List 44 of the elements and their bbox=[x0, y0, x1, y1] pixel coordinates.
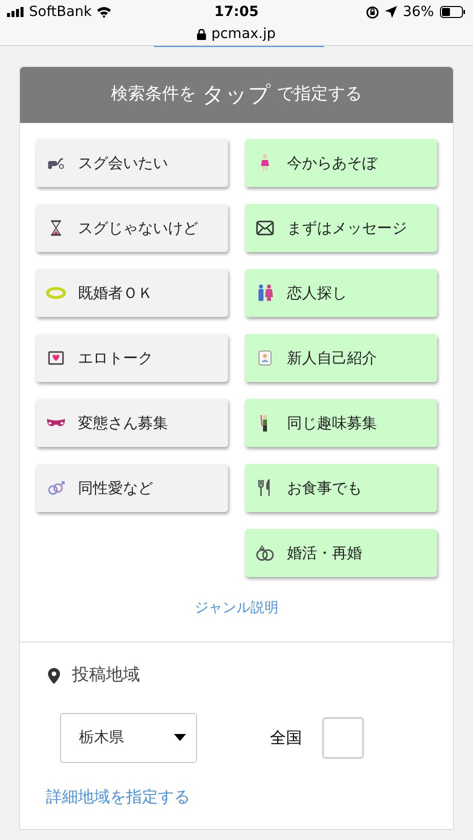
location-arrow-icon bbox=[384, 6, 397, 18]
nationwide-checkbox[interactable] bbox=[322, 716, 364, 758]
genre-button[interactable]: 婚活・再婚 bbox=[245, 529, 437, 577]
wifi-icon bbox=[96, 6, 112, 18]
lock-icon bbox=[197, 29, 206, 40]
genre-button[interactable]: 同じ趣味募集 bbox=[245, 399, 437, 447]
genre-button[interactable]: 変態さん募集 bbox=[36, 399, 228, 447]
genre-button[interactable]: エロトーク bbox=[36, 334, 228, 382]
genre-button[interactable]: お食事でも bbox=[245, 464, 437, 512]
hourglass-icon bbox=[50, 220, 62, 236]
rotation-lock-icon bbox=[366, 6, 379, 18]
genre-button[interactable]: 今からあそぼ bbox=[245, 139, 437, 187]
genre-button[interactable]: スグ会いたい bbox=[36, 139, 228, 187]
battery-percent: 36% bbox=[402, 2, 434, 22]
genre-button[interactable]: まずはメッセージ bbox=[245, 204, 437, 252]
header-emphasis: タップ bbox=[202, 82, 271, 110]
battery-icon bbox=[440, 6, 466, 18]
genre-button[interactable]: 同性愛など bbox=[36, 464, 228, 512]
genre-button[interactable]: 既婚者ＯＫ bbox=[36, 269, 228, 317]
caret-icon bbox=[174, 734, 186, 741]
header-text: で指定する bbox=[277, 83, 362, 106]
ring-icon bbox=[46, 287, 66, 299]
genre-button[interactable]: スグじゃないけど bbox=[36, 204, 228, 252]
mask-icon bbox=[46, 418, 66, 428]
address-bar-url[interactable]: pcmax.jp bbox=[211, 24, 276, 45]
carrier-name: SoftBank bbox=[29, 2, 92, 22]
name-card-icon bbox=[258, 350, 272, 366]
dancing-figure-icon bbox=[260, 154, 270, 172]
clock-time: 17:05 bbox=[214, 2, 259, 22]
genre-button[interactable]: 恋人探し bbox=[245, 269, 437, 317]
rings-icon bbox=[255, 545, 275, 561]
fork-knife-icon bbox=[258, 479, 272, 497]
genre-button[interactable]: 新人自己紹介 bbox=[245, 334, 437, 382]
signal-icon bbox=[7, 7, 25, 17]
map-pin-icon bbox=[48, 668, 60, 684]
gender-symbol-icon bbox=[47, 480, 65, 496]
nationwide-label: 全国 bbox=[270, 726, 302, 748]
prefecture-select[interactable]: 栃木県 bbox=[60, 712, 197, 762]
header-text: 検索条件を bbox=[111, 83, 196, 106]
envelope-icon bbox=[256, 220, 274, 236]
heart-envelope-icon bbox=[48, 350, 64, 366]
scooter-icon bbox=[47, 157, 65, 169]
couple-icon bbox=[256, 284, 274, 302]
region-heading: 投稿地域 bbox=[72, 664, 140, 687]
